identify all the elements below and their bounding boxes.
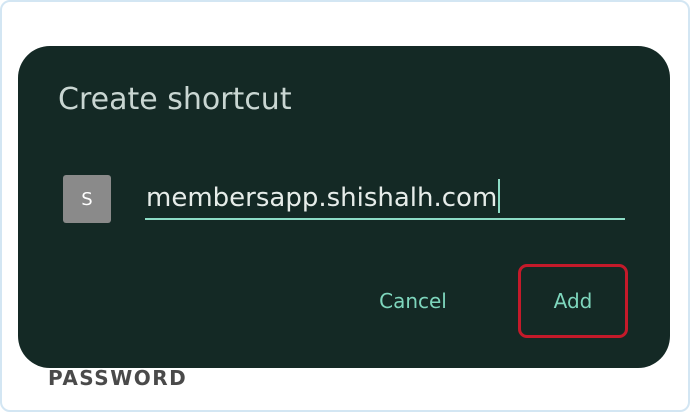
password-label: PASSWORD: [48, 366, 188, 390]
shortcut-name-text: membersapp.shishalh.com: [146, 183, 498, 213]
create-shortcut-dialog: Create shortcut S membersapp.shishalh.co…: [18, 46, 670, 368]
favicon-letter: S: [81, 188, 93, 210]
shortcut-name-input[interactable]: membersapp.shishalh.com: [145, 174, 625, 220]
cancel-button[interactable]: Cancel: [358, 282, 468, 320]
dialog-title: Create shortcut: [58, 82, 292, 117]
add-button-label: Add: [553, 289, 593, 313]
site-favicon-icon: S: [63, 175, 111, 223]
text-cursor: [498, 179, 501, 213]
add-button[interactable]: Add: [518, 264, 628, 338]
shortcut-name-value: membersapp.shishalh.com: [146, 179, 501, 213]
cancel-button-label: Cancel: [379, 289, 447, 313]
